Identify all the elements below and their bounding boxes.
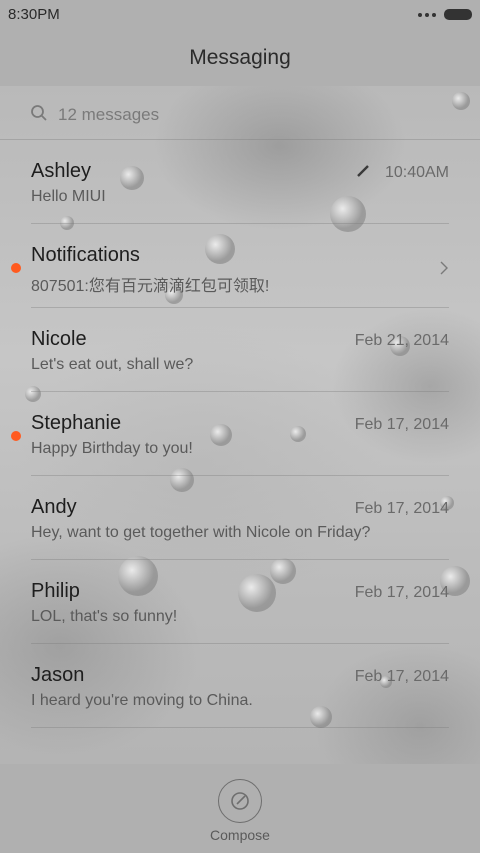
contact-name: Nicole — [31, 328, 87, 350]
signal-dots-icon — [418, 13, 436, 17]
message-preview: Hey, want to get together with Nicole on… — [31, 524, 371, 541]
compose-label: Compose — [210, 827, 270, 843]
message-time: Feb 17, 2014 — [354, 584, 449, 601]
search-bar[interactable]: 12 messages — [0, 86, 480, 140]
conversation-row[interactable]: Stephanie Happy Birthday to you! Feb 17, 2… — [0, 392, 480, 476]
contact-name: Andy — [31, 496, 77, 518]
battery-icon — [444, 9, 472, 20]
compose-button[interactable] — [218, 779, 262, 823]
contact-name: Jason — [31, 664, 85, 686]
conversation-row[interactable]: Nicole Let's eat out, shall we? Feb 21, 20… — [0, 308, 480, 392]
conversation-row[interactable]: Philip LOL, that's so funny! Feb 17, 2014 — [0, 560, 480, 644]
contact-name: Notifications — [31, 244, 140, 266]
chevron-right-icon — [440, 261, 448, 275]
search-placeholder: 12 messages — [58, 105, 160, 124]
conversation-list: Ashley Hello MIUI 10:40AM Notifications 8075… — [0, 140, 480, 728]
message-time: Feb 21, 2014 — [354, 332, 449, 349]
message-time: Feb 17, 2014 — [354, 500, 449, 517]
status-time: 8:30PM — [8, 6, 60, 23]
compose-icon — [231, 792, 249, 810]
message-preview: Hello MIUI — [31, 188, 106, 205]
message-time: Feb 17, 2014 — [354, 416, 449, 433]
unread-dot-icon — [11, 263, 21, 273]
search-icon — [31, 105, 47, 121]
app-header: Messaging — [0, 30, 480, 86]
bottom-bar: Compose — [0, 764, 480, 853]
conversation-row[interactable]: Notifications 807501:您有百元滴滴红包可领取! — [0, 224, 480, 308]
contact-name: Philip — [31, 580, 80, 602]
contact-name: Ashley — [31, 160, 92, 182]
message-time: 10:40AM — [384, 164, 449, 181]
draft-pencil-icon — [357, 165, 369, 177]
message-preview: Happy Birthday to you! — [31, 440, 193, 457]
conversation-row[interactable]: Jason I heard you're moving to China. Feb … — [0, 644, 480, 728]
message-preview: Let's eat out, shall we? — [31, 356, 194, 373]
message-preview: I heard you're moving to China. — [31, 692, 253, 709]
status-bar: 8:30PM — [0, 0, 480, 30]
conversation-row[interactable]: Ashley Hello MIUI 10:40AM — [0, 140, 480, 224]
message-preview: 807501:您有百元滴滴红包可领取! — [31, 278, 270, 295]
conversation-row[interactable]: Andy Hey, want to get together with Nicol… — [0, 476, 480, 560]
page-title: Messaging — [189, 46, 291, 69]
message-time: Feb 17, 2014 — [354, 668, 449, 685]
message-preview: LOL, that's so funny! — [31, 608, 178, 625]
contact-name: Stephanie — [31, 412, 122, 434]
unread-dot-icon — [11, 431, 21, 441]
